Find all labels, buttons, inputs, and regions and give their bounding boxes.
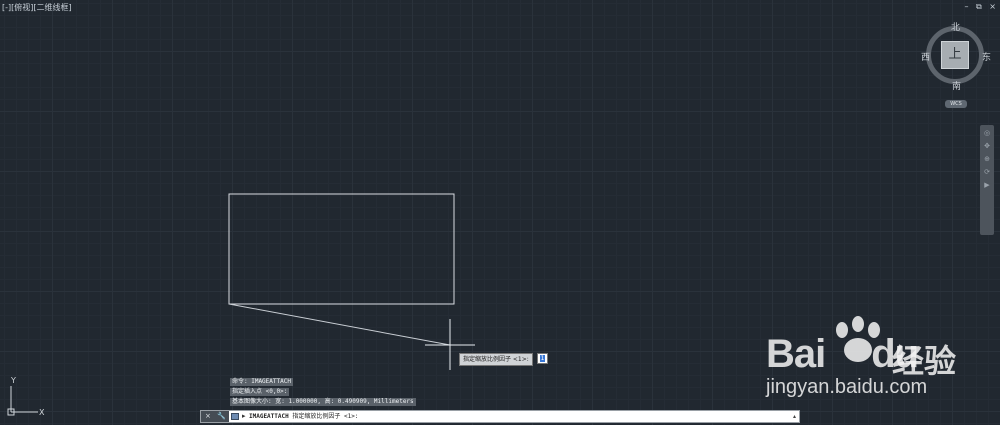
command-line[interactable]: × 🔧 ▸ IMAGEATTACH 指定缩放比例因子 <1>: ▴ <box>200 410 800 423</box>
dynamic-input-field[interactable]: 1 <box>537 353 548 364</box>
baidu-jingyan-watermark: Bai du 经验 jingyan.baidu.com <box>762 316 992 406</box>
ucs-x-label: X <box>39 408 45 417</box>
rubber-band-line <box>228 303 451 346</box>
active-command: IMAGEATTACH <box>249 413 289 420</box>
history-line: 命令: IMAGEATTACH <box>230 378 293 386</box>
command-history: 命令: IMAGEATTACH 指定插入点 <0,0>: 基本图像大小: 宽: … <box>230 378 416 408</box>
command-input[interactable]: IMAGEATTACH 指定缩放比例因子 <1>: <box>249 411 358 422</box>
history-line: 基本图像大小: 宽: 1.000000, 高: 0.490909, Millim… <box>230 398 416 406</box>
watermark-url: jingyan.baidu.com <box>766 376 928 398</box>
ucs-icon: Y X <box>7 376 45 417</box>
history-line: 指定插入点 <0,0>: <box>230 388 290 396</box>
dynamic-input-prompt: 指定缩放比例因子 <1>: <box>459 353 533 366</box>
prompt-arrow-icon: ▸ <box>242 412 246 420</box>
command-prompt-text: 指定缩放比例因子 <1>: <box>288 413 359 420</box>
customize-icon[interactable]: 🔧 <box>217 412 226 420</box>
image-frame-rectangle[interactable] <box>228 193 455 305</box>
ucs-y-label: Y <box>10 376 16 385</box>
command-line-tools: × 🔧 <box>201 411 229 422</box>
recent-commands-icon[interactable] <box>231 413 239 420</box>
dynamic-input-value[interactable]: 1 <box>539 355 546 362</box>
command-history-toggle-icon[interactable]: ▴ <box>793 411 796 422</box>
close-command-line-icon[interactable]: × <box>205 412 211 420</box>
